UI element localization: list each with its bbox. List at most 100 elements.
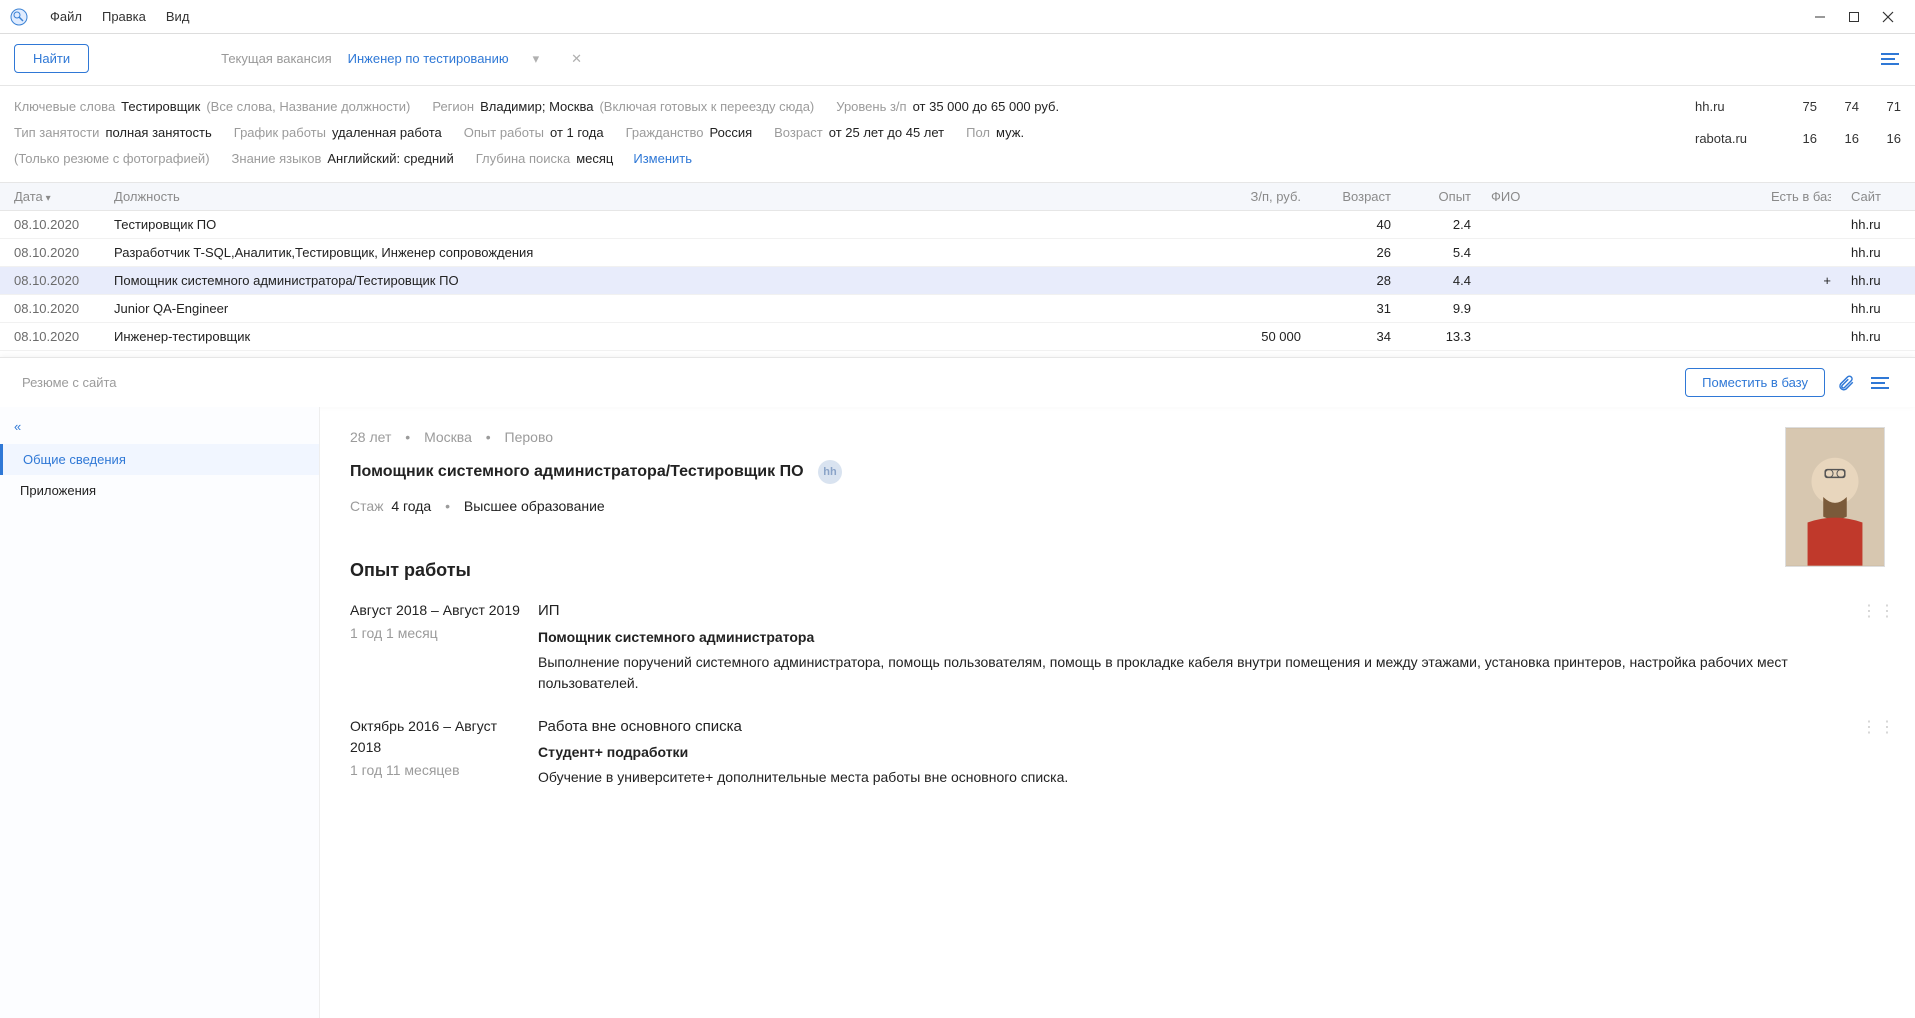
results-table[interactable]: 08.10.2020Тестировщик ПО402.4hh.ru08.10.… [0,211,1915,357]
filter-emp-label: Тип занятости [14,120,99,146]
cell-salary [1201,301,1301,316]
cell-position: Junior QA-Engineer [114,301,1201,316]
edit-filters-link[interactable]: Изменить [633,146,692,172]
cell-date: 08.10.2020 [14,217,114,232]
col-date[interactable]: Дата [14,189,114,204]
job-org: ИП [538,600,1843,623]
table-row[interactable]: 08.10.2020Тестировщик ПО 402.4 hh.ru [0,211,1915,239]
cell-site: hh.ru [1831,217,1901,232]
table-row[interactable]: 08.10.2020Разработчик T-SQL,Аналитик,Тес… [0,239,1915,267]
drag-handle-icon[interactable]: ⋮⋮ [1861,716,1885,789]
cell-date: 08.10.2020 [14,329,114,344]
col-inbase[interactable]: Есть в базе [1771,189,1831,204]
filter-age-value: от 25 лет до 45 лет [829,120,944,146]
cell-exp: 2.4 [1391,217,1471,232]
cell-inbase [1771,245,1831,260]
stazh-label: Стаж [350,498,384,514]
cell-fio [1471,329,1771,344]
menu-edit[interactable]: Правка [92,5,156,28]
col-position[interactable]: Должность [114,189,1201,204]
filter-sex-label: Пол [966,120,990,146]
drag-handle-icon[interactable]: ⋮⋮ [1861,600,1885,694]
col-exp[interactable]: Опыт [1391,189,1471,204]
cell-age: 31 [1301,301,1391,316]
cell-date: 08.10.2020 [14,301,114,316]
filter-region-value: Владимир; Москва [480,94,593,120]
filter-citz-label: Гражданство [626,120,704,146]
job-position: Помощник системного администратора [538,627,1843,648]
chevron-down-icon[interactable]: ▾ [525,51,548,67]
filter-exp-value: от 1 года [550,120,604,146]
maximize-icon[interactable] [1837,2,1871,32]
source-badge-icon: hh [818,460,842,484]
table-row[interactable]: 08.10.2020Помощник системного администра… [0,267,1915,295]
nav-general[interactable]: Общие сведения [0,444,319,475]
toolbar: Найти Текущая вакансия Инженер по тестир… [0,34,1915,86]
cell-age: 26 [1301,245,1391,260]
menu-view[interactable]: Вид [156,5,200,28]
resume-menu-icon[interactable] [1867,370,1893,396]
nav-attachments[interactable]: Приложения [0,475,319,506]
experience-item: Август 2018 – Август 20191 год 1 месяцИП… [350,600,1885,694]
filter-region-hint: (Включая готовых к переезду сюда) [599,94,814,120]
stazh-value: 4 года [391,498,431,514]
cell-site: hh.ru [1831,329,1901,344]
toolbar-menu-icon[interactable] [1879,51,1901,67]
app-logo-icon [10,8,28,26]
clear-vacancy-icon[interactable]: ✕ [563,51,590,67]
experience-header: Опыт работы [350,557,1885,584]
table-row[interactable]: 08.10.2020Junior QA-Engineer319.9hh.ru [0,295,1915,323]
close-icon[interactable] [1871,2,1905,32]
attachment-icon[interactable] [1833,370,1859,396]
candidate-photo [1785,427,1885,567]
current-vacancy-link[interactable]: Инженер по тестированию [348,51,509,66]
cell-age: 40 [1301,217,1391,232]
filter-citz-value: Россия [709,120,752,146]
filter-keywords-value: Тестировщик [121,94,200,120]
job-period: Август 2018 – Август 2019 [350,600,520,621]
job-period: Октябрь 2016 – Август 2018 [350,716,520,758]
filter-lang-value: Английский: средний [327,146,453,172]
cell-position: Разработчик T-SQL,Аналитик,Тестировщик, … [114,245,1201,260]
filter-sex-value: муж. [996,120,1024,146]
menu-file[interactable]: Файл [40,5,92,28]
table-row[interactable]: 08.10.2020Инженер-тестировщик50 0003413.… [0,323,1915,351]
cell-salary [1201,217,1301,232]
add-to-base-button[interactable]: Поместить в базу [1685,368,1825,397]
cell-position: Тестировщик ПО [114,217,1201,232]
filter-depth-value: месяц [576,146,613,172]
find-button[interactable]: Найти [14,44,89,73]
job-desc: Обучение в университете+ дополнительные … [538,767,1843,788]
minimize-icon[interactable] [1803,2,1837,32]
cell-position: Помощник системного администратора/Тести… [114,273,1201,288]
site-count: 16 [1865,126,1901,152]
col-fio[interactable]: ФИО [1471,189,1771,204]
site-count: 71 [1865,94,1901,120]
col-age[interactable]: Возраст [1301,189,1391,204]
cell-site: hh.ru [1831,273,1901,288]
col-salary[interactable]: З/п, руб. [1201,189,1301,204]
job-desc: Выполнение поручений системного админист… [538,652,1843,694]
job-position: Студент+ подработки [538,742,1843,763]
cell-fio [1471,217,1771,232]
site-count: 16 [1781,126,1817,152]
filter-lang-label: Знание языков [232,146,322,172]
cell-inbase [1771,301,1831,316]
job-org: Работа вне основного списка [538,716,1843,739]
filter-summary: Ключевые слова Тестировщик (Все слова, Н… [0,86,1915,183]
filter-salary-value: от 35 000 до 65 000 руб. [913,94,1059,120]
history-back-icon[interactable]: « [14,419,21,434]
candidate-city: Москва [424,429,472,445]
candidate-district: Перово [505,429,554,445]
cell-fio [1471,273,1771,288]
cell-exp: 9.9 [1391,301,1471,316]
site-count: 75 [1781,94,1817,120]
experience-item: Октябрь 2016 – Август 20181 год 11 месяц… [350,716,1885,789]
filter-exp-label: Опыт работы [464,120,544,146]
cell-position: Инженер-тестировщик [114,329,1201,344]
filter-region-label: Регион [432,94,474,120]
site-count: 16 [1823,126,1859,152]
cell-age: 34 [1301,329,1391,344]
col-site[interactable]: Сайт [1831,189,1901,204]
cell-salary [1201,245,1301,260]
